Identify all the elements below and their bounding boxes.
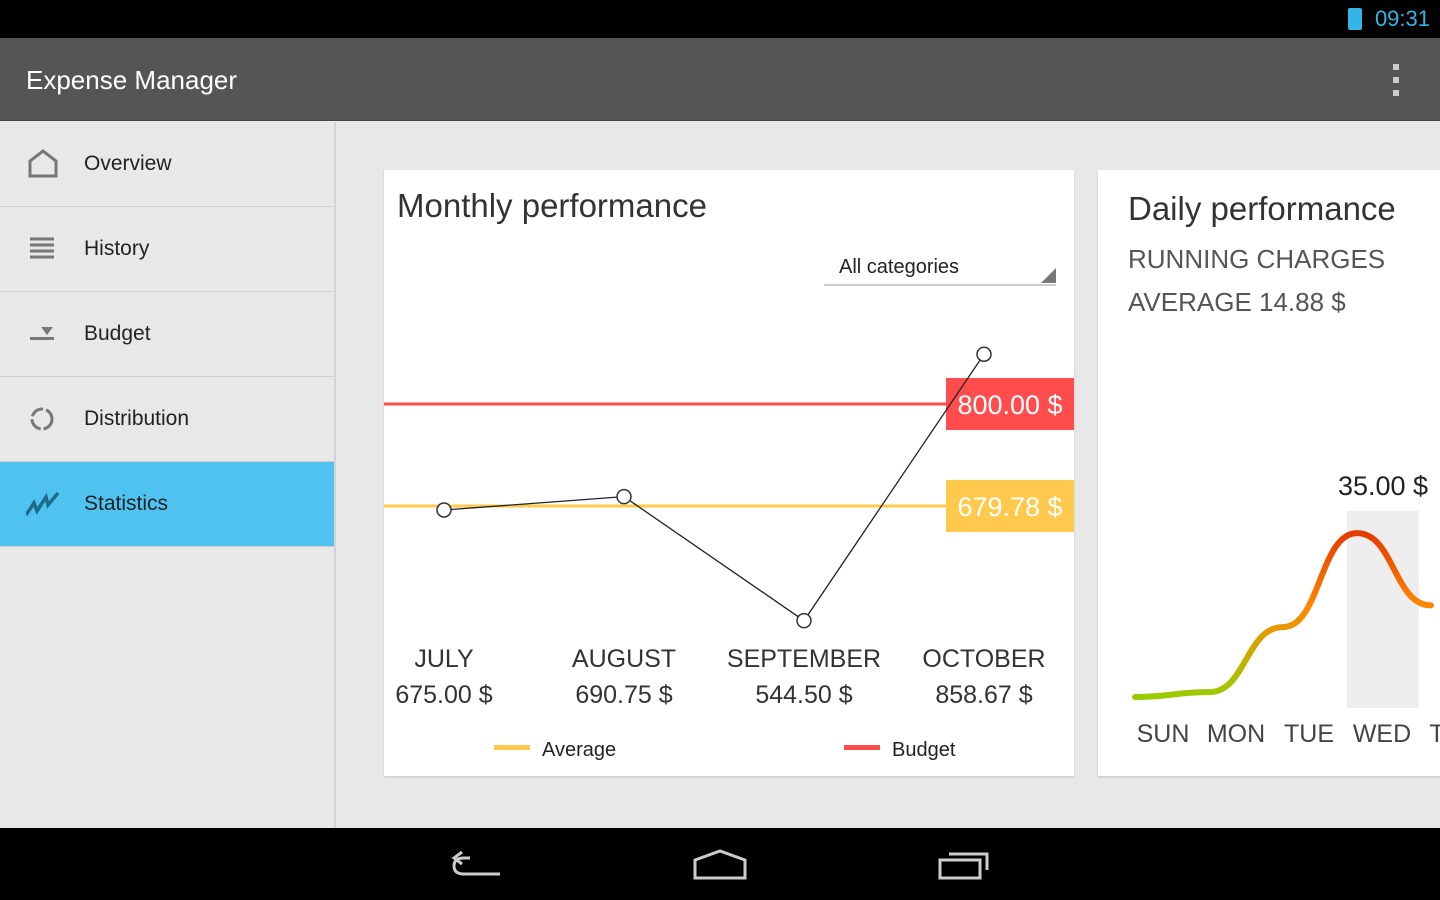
app-bar: Expense Manager — [0, 38, 1440, 121]
dropdown-arrow-icon — [1041, 268, 1056, 283]
category-dropdown[interactable]: All categories — [824, 256, 1056, 286]
dropdown-value: All categories — [839, 256, 959, 278]
highlight-column — [1347, 511, 1419, 708]
sidebar: Overview History Budget Distribution Sta… — [0, 122, 336, 828]
category-label: OCTOBER — [922, 645, 1045, 673]
sidebar-item-label: Budget — [84, 322, 151, 345]
sidebar-item-statistics[interactable]: Statistics — [0, 462, 334, 547]
navigation-bar — [0, 828, 1440, 900]
sidebar-item-budget[interactable]: Budget — [0, 292, 334, 377]
sidebar-item-label: Statistics — [84, 492, 169, 515]
daily-chart: Daily performance RUNNING CHARGES AVERAG… — [1128, 190, 1440, 748]
budget-value-label: 800.00 $ — [957, 390, 1062, 420]
legend-budget-swatch — [844, 745, 880, 750]
app-title: Expense Manager — [26, 65, 238, 95]
battery-icon — [1348, 8, 1362, 30]
legend-budget-label: Budget — [892, 739, 956, 761]
home-button-icon[interactable] — [692, 848, 748, 882]
day-label: SUN — [1137, 720, 1190, 748]
donut-icon — [30, 407, 54, 431]
value-label: 544.50 $ — [755, 681, 852, 709]
sidebar-item-label: History — [84, 237, 150, 260]
legend-average-swatch — [494, 745, 530, 750]
card-title: Monthly performance — [397, 187, 707, 224]
day-label: TUE — [1284, 720, 1334, 748]
content-area: Monthly performance All categories 800.0… — [338, 122, 1440, 828]
recents-icon[interactable] — [937, 848, 993, 882]
category-label: AUGUST — [572, 645, 676, 673]
back-icon[interactable] — [450, 848, 504, 884]
value-label: 675.00 $ — [395, 681, 492, 709]
category-label: JULY — [414, 645, 474, 673]
home-icon — [28, 149, 58, 178]
monthly-chart: Monthly performance All categories 800.0… — [384, 187, 1074, 761]
status-bar: 09:31 — [0, 0, 1440, 38]
value-label: 858.67 $ — [935, 681, 1032, 709]
list-icon — [30, 237, 54, 259]
clock: 09:31 — [1374, 6, 1430, 31]
value-label: 690.75 $ — [575, 681, 672, 709]
sidebar-item-label: Overview — [84, 152, 172, 175]
legend-average-label: Average — [542, 739, 616, 761]
budget-icon — [30, 327, 54, 340]
average-value-label: 679.78 $ — [957, 492, 1062, 522]
series-line — [443, 353, 985, 622]
sidebar-item-history[interactable]: History — [0, 207, 334, 292]
chart-line-icon — [26, 491, 60, 516]
day-label: WED — [1353, 720, 1411, 748]
peak-value-label: 35.00 $ — [1338, 471, 1428, 501]
daily-performance-card: Daily performance RUNNING CHARGES AVERAG… — [1098, 170, 1440, 776]
day-label: THU — [1429, 720, 1440, 748]
overflow-menu-icon[interactable] — [1392, 64, 1400, 96]
data-point — [796, 612, 812, 629]
category-label: SEPTEMBER — [727, 645, 881, 673]
card-title: Daily performance — [1128, 190, 1396, 227]
monthly-performance-card: Monthly performance All categories 800.0… — [384, 170, 1074, 776]
data-point — [436, 502, 452, 518]
day-label: MON — [1207, 720, 1265, 748]
data-point — [976, 346, 992, 362]
sidebar-item-overview[interactable]: Overview — [0, 122, 334, 207]
daily-subtitle-running: RUNNING CHARGES — [1128, 244, 1385, 274]
sidebar-item-label: Distribution — [84, 407, 190, 430]
sidebar-item-distribution[interactable]: Distribution — [0, 377, 334, 462]
data-point — [616, 488, 632, 505]
daily-subtitle-average: AVERAGE 14.88 $ — [1128, 287, 1346, 317]
